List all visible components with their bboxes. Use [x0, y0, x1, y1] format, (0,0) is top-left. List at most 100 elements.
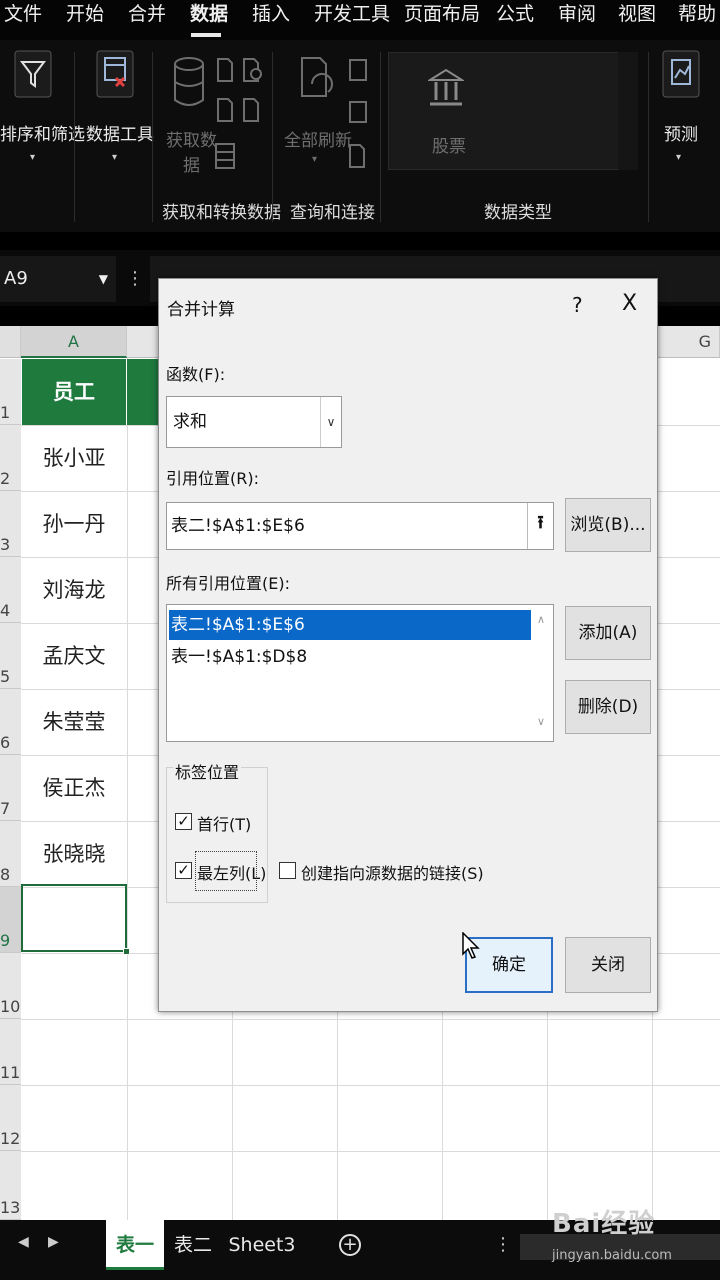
sort-filter-button[interactable]: 排序和筛选: [0, 120, 85, 145]
function-select-value: 求和: [173, 412, 207, 432]
create-links-label: 创建指向源数据的链接(S): [301, 864, 484, 883]
chevron-down-icon[interactable]: ∨: [537, 715, 545, 728]
data-types-gallery[interactable]: [388, 52, 638, 170]
close-icon[interactable]: X: [622, 291, 637, 316]
edit-links-icon: [348, 144, 368, 174]
select-all-corner[interactable]: [0, 326, 21, 358]
function-label: 函数(F):: [166, 365, 226, 384]
left-column-checkbox[interactable]: ✓: [175, 862, 192, 879]
tab-home[interactable]: 开始: [66, 0, 104, 32]
chevron-down-icon: ▾: [676, 152, 682, 163]
delete-button[interactable]: 删除(D): [565, 680, 651, 734]
consolidate-dialog: 合并计算 ? X 函数(F): 求和 ∨ 引用位置(R): 表二!$A$1:$E…: [158, 278, 658, 1012]
row-header[interactable]: 1: [0, 359, 21, 425]
queries-icon: [348, 58, 368, 86]
tab-page-layout[interactable]: 页面布局: [404, 0, 480, 32]
row-header[interactable]: 9: [0, 887, 21, 953]
chevron-down-icon[interactable]: ∨: [320, 397, 341, 447]
row-header[interactable]: 2: [0, 425, 21, 491]
selected-cell-a9[interactable]: [21, 884, 127, 952]
group-label-queries: 查询和连接: [290, 203, 375, 223]
gallery-scrollbar[interactable]: [618, 52, 638, 170]
all-references-label: 所有引用位置(E):: [166, 574, 290, 593]
sheet-tab-2[interactable]: 表二: [166, 1220, 220, 1270]
close-button[interactable]: 关闭: [565, 937, 651, 993]
row-header[interactable]: 12: [0, 1085, 21, 1151]
row-header[interactable]: 7: [0, 755, 21, 821]
column-header-g[interactable]: G: [652, 326, 720, 358]
tab-review[interactable]: 审阅: [558, 0, 596, 32]
more-options-icon[interactable]: ⋮: [126, 268, 144, 289]
web-source-icon: [216, 98, 234, 126]
sheet-tab-1[interactable]: 表一: [106, 1220, 164, 1270]
tab-formulas[interactable]: 公式: [496, 0, 534, 32]
tab-data[interactable]: 数据: [190, 0, 228, 32]
properties-icon: [348, 100, 368, 128]
chevron-down-icon: ▾: [112, 152, 118, 163]
tab-file[interactable]: 文件: [4, 0, 42, 32]
tab-view[interactable]: 视图: [618, 0, 656, 32]
top-row-label: 首行(T): [197, 815, 252, 834]
top-row-checkbox[interactable]: ✓: [175, 813, 192, 830]
list-scrollbar[interactable]: ∧ ∨: [533, 605, 553, 741]
chevron-down-icon: ▼: [98, 272, 108, 286]
name-box[interactable]: A9 ▼: [0, 256, 116, 302]
ribbon-tab-bar: 文件 开始 合并 数据 插入 开发工具 页面布局 公式 审阅 视图 帮助: [0, 0, 720, 40]
group-label-data-types: 数据类型: [484, 203, 552, 223]
browse-button[interactable]: 浏览(B)...: [565, 498, 651, 552]
tab-help[interactable]: 帮助: [678, 0, 716, 32]
fill-handle[interactable]: [123, 948, 130, 955]
forecast-icon: [662, 50, 700, 102]
row-header[interactable]: 8: [0, 821, 21, 887]
list-item[interactable]: 表二!$A$1:$E$6: [169, 610, 531, 640]
data-tools-button[interactable]: 数据工具: [86, 120, 154, 145]
row-header[interactable]: 13: [0, 1151, 21, 1220]
cell[interactable]: 孙一丹: [22, 508, 126, 538]
row-header[interactable]: 3: [0, 491, 21, 557]
baidu-watermark-url: jingyan.baidu.com: [552, 1248, 672, 1263]
cell[interactable]: 刘海龙: [22, 574, 126, 604]
table-range-icon: [214, 142, 236, 174]
sheet-tab-3[interactable]: Sheet3: [224, 1220, 300, 1270]
header-cell[interactable]: [127, 359, 159, 425]
bank-icon: [426, 68, 466, 112]
tab-developer[interactable]: 开发工具: [314, 0, 390, 32]
dialog-title: 合并计算: [167, 300, 235, 320]
cell[interactable]: 孟庆文: [22, 640, 126, 670]
cell[interactable]: 朱莹莹: [22, 706, 126, 736]
row-header[interactable]: 4: [0, 557, 21, 623]
get-data-button[interactable]: 获取数据: [166, 126, 217, 176]
chevron-up-icon[interactable]: ∧: [537, 613, 545, 626]
row-header[interactable]: 10: [0, 953, 21, 1019]
row-header[interactable]: 11: [0, 1019, 21, 1085]
stocks-button[interactable]: 股票: [432, 132, 466, 157]
refresh-all-icon: [298, 56, 338, 116]
chevron-down-icon: ▾: [30, 152, 36, 163]
reference-input-value: 表二!$A$1:$E$6: [171, 516, 305, 536]
add-sheet-button[interactable]: +: [339, 1234, 361, 1256]
forecast-button[interactable]: 预测: [664, 120, 698, 145]
add-button[interactable]: 添加(A): [565, 606, 651, 660]
create-links-checkbox[interactable]: [279, 862, 296, 879]
more-options-icon[interactable]: ⋮: [494, 1234, 512, 1255]
chevron-right-icon[interactable]: ▶: [48, 1234, 59, 1250]
all-references-list[interactable]: 表二!$A$1:$E$6 表一!$A$1:$D$8 ∧ ∨: [166, 604, 554, 742]
reference-label: 引用位置(R):: [166, 469, 259, 488]
list-item[interactable]: 表一!$A$1:$D$8: [169, 642, 531, 672]
column-header-a[interactable]: A: [21, 326, 127, 358]
row-header[interactable]: 6: [0, 689, 21, 755]
function-select[interactable]: 求和 ∨: [166, 396, 342, 448]
tab-merge[interactable]: 合并: [128, 0, 166, 32]
refresh-all-button[interactable]: 全部刷新: [284, 126, 352, 151]
cell[interactable]: 侯正杰: [22, 772, 126, 802]
cell[interactable]: 张晓晓: [22, 838, 126, 868]
row-header[interactable]: 5: [0, 623, 21, 689]
collapse-dialog-icon[interactable]: ⭱: [527, 503, 553, 549]
chevron-left-icon[interactable]: ◀: [18, 1234, 29, 1250]
reference-input[interactable]: 表二!$A$1:$E$6 ⭱: [166, 502, 554, 550]
help-button[interactable]: ?: [572, 293, 583, 317]
mouse-cursor-icon: [462, 931, 480, 964]
cell[interactable]: 张小亚: [22, 442, 126, 472]
tab-insert[interactable]: 插入: [252, 0, 290, 32]
header-cell-employee[interactable]: 员工: [22, 359, 126, 425]
